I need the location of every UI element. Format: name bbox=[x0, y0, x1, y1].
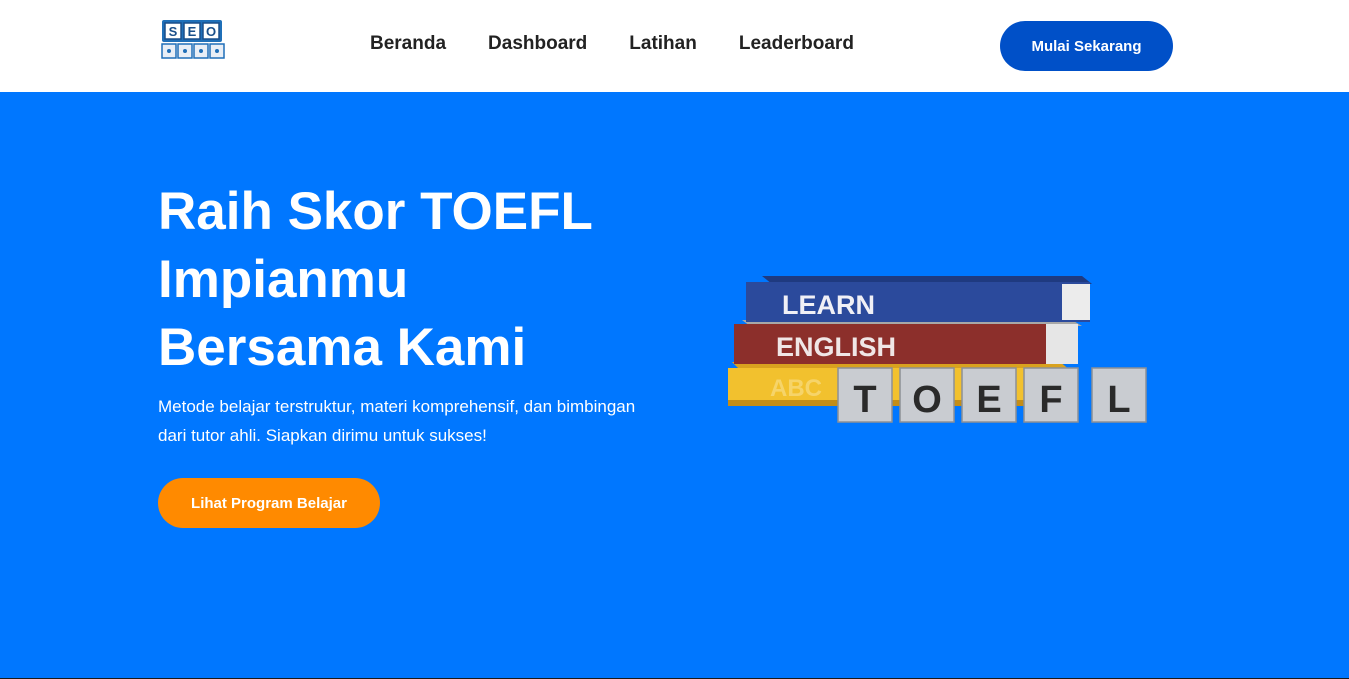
hero-description: Metode belajar terstruktur, materi kompr… bbox=[158, 392, 668, 450]
block-letter-f: F bbox=[1039, 379, 1062, 421]
hero-description-line: dari tutor ahli. Siapkan dirimu untuk su… bbox=[158, 426, 487, 445]
logo-letter: E bbox=[188, 24, 197, 39]
book-label-learn: LEARN bbox=[782, 290, 875, 320]
block-letter-e: E bbox=[976, 379, 1001, 421]
nav-link-leaderboard[interactable]: Leaderboard bbox=[739, 33, 854, 55]
navbar: S E O Beranda Dashboard Latihan Leaderbo… bbox=[0, 0, 1349, 92]
hero-title-line: Impianmu bbox=[158, 250, 409, 309]
lihat-program-belajar-button[interactable]: Lihat Program Belajar bbox=[158, 478, 380, 528]
block-letter-l: L bbox=[1107, 379, 1130, 421]
seo-logo[interactable]: S E O bbox=[160, 16, 226, 62]
toefl-books-illustration: ABC ENGLISH LEARN T O E F L bbox=[728, 276, 1147, 423]
hero-section: Raih Skor TOEFL Impianmu Bersama Kami Me… bbox=[0, 92, 1349, 678]
book-label-abc: ABC bbox=[770, 375, 822, 402]
nav-link-latihan[interactable]: Latihan bbox=[629, 33, 697, 55]
hero-title-line: Bersama Kami bbox=[158, 318, 527, 377]
hero-description-line: Metode belajar terstruktur, materi kompr… bbox=[158, 397, 636, 416]
hero-title-line: Raih Skor TOEFL bbox=[158, 182, 593, 241]
logo-letter: O bbox=[206, 24, 216, 39]
nav-link-dashboard[interactable]: Dashboard bbox=[488, 33, 587, 55]
nav-link-beranda[interactable]: Beranda bbox=[370, 33, 446, 55]
block-letter-o: O bbox=[912, 379, 942, 421]
main-nav: Beranda Dashboard Latihan Leaderboard bbox=[370, 33, 854, 55]
logo-letter: S bbox=[169, 24, 178, 39]
mulai-sekarang-button[interactable]: Mulai Sekarang bbox=[1000, 21, 1173, 71]
hero-title: Raih Skor TOEFL Impianmu Bersama Kami bbox=[158, 178, 678, 382]
block-letter-t: T bbox=[853, 379, 876, 421]
book-label-english: ENGLISH bbox=[776, 332, 896, 362]
